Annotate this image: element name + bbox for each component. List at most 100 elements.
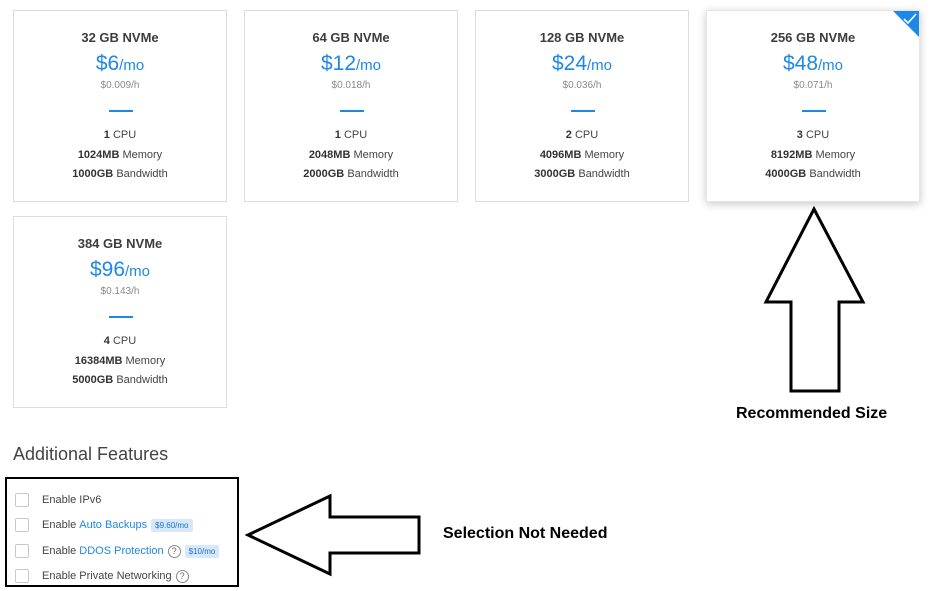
feature-auto-backups-prefix: Enable [42,519,77,531]
plan-bandwidth-label: Bandwidth [113,374,168,386]
plan-bandwidth-value: 5000GB [72,374,114,386]
plan-hourly-price: $0.143/h [100,286,140,297]
plan-memory-value: 8192MB [770,149,813,161]
plan-divider [802,110,826,112]
ddos-protection-checkbox[interactable] [15,544,29,558]
plan-bandwidth-label: Bandwidth [575,168,630,180]
plan-price-period: /mo [587,57,613,74]
plan-price-period: /mo [356,57,382,74]
plan-memory-value: 16384MB [74,355,123,367]
plan-name: 256 GB NVMe [770,30,856,45]
plan-bandwidth: 4000GB Bandwidth [707,168,919,180]
additional-features-title: Additional Features [13,444,169,464]
plan-memory-label: Memory [812,149,856,161]
plan-card-32gb[interactable]: 32 GB NVMe $6/mo $0.009/h 1 CPU 1024MB M… [13,10,227,202]
plan-cpu: 3 CPU [707,129,919,141]
private-networking-checkbox[interactable] [15,569,29,583]
plan-memory-label: Memory [581,149,625,161]
plan-card-256gb[interactable]: 256 GB NVMe $48/mo $0.071/h 3 CPU 8192MB… [706,10,920,202]
plan-memory-value: 1024MB [77,149,120,161]
plan-price-period: /mo [119,57,145,74]
plan-name: 64 GB NVMe [312,30,390,45]
plan-price: $24/mo [476,51,688,79]
plan-bandwidth-value: 4000GB [765,168,807,180]
plan-bandwidth-value: 3000GB [534,168,576,180]
plan-cpu-label: CPU [109,335,137,347]
ipv6-checkbox[interactable] [15,493,29,507]
plan-price-amount: $24 [551,52,588,75]
plan-hourly-price: $0.009/h [100,80,140,91]
plan-memory: 4096MB Memory [476,149,688,161]
feature-private-networking[interactable]: Enable Private Networking ? [15,567,189,585]
plan-card-384gb[interactable]: 384 GB NVMe $96/mo $0.143/h 4 CPU 16384M… [13,216,227,408]
plan-bandwidth-value: 1000GB [72,168,114,180]
page: 32 GB NVMe $6/mo $0.009/h 1 CPU 1024MB M… [0,0,935,591]
plan-price-amount: $12 [320,52,357,75]
plan-bandwidth: 3000GB Bandwidth [476,168,688,180]
plan-bandwidth-label: Bandwidth [344,168,399,180]
plan-price-amount: $6 [95,52,120,75]
feature-ipv6-label: Enable IPv6 [42,494,102,506]
plan-name: 32 GB NVMe [81,30,159,45]
plan-price: $96/mo [14,257,226,285]
plan-card-128gb[interactable]: 128 GB NVMe $24/mo $0.036/h 2 CPU 4096MB… [475,10,689,202]
plan-cpu-label: CPU [802,129,830,141]
plan-memory-label: Memory [122,355,166,367]
plan-memory-value: 4096MB [539,149,582,161]
plan-hourly-price: $0.071/h [793,80,833,91]
auto-backups-checkbox[interactable] [15,518,29,532]
plan-hourly-price: $0.036/h [562,80,602,91]
plan-bandwidth-value: 2000GB [303,168,345,180]
plan-divider [340,110,364,112]
plan-memory: 1024MB Memory [14,149,226,161]
plan-bandwidth: 1000GB Bandwidth [14,168,226,180]
plan-price: $6/mo [14,51,226,79]
plan-price: $12/mo [245,51,457,79]
plan-hourly-price: $0.018/h [331,80,371,91]
left-arrow-annotation [244,493,421,577]
plan-divider [109,110,133,112]
plan-price: $48/mo [707,51,919,79]
plan-bandwidth: 5000GB Bandwidth [14,374,226,386]
feature-ipv6[interactable]: Enable IPv6 [15,491,101,509]
plan-divider [109,316,133,318]
plan-cpu: 1 CPU [14,129,226,141]
plan-memory-label: Memory [119,149,163,161]
plan-cpu-label: CPU [109,129,137,141]
plan-memory-value: 2048MB [308,149,351,161]
plan-price-period: /mo [125,263,151,280]
plan-name: 384 GB NVMe [77,236,163,251]
feature-ddos-prefix: Enable [42,545,77,557]
plan-bandwidth-label: Bandwidth [113,168,168,180]
plan-memory: 2048MB Memory [245,149,457,161]
feature-private-networking-label: Enable Private Networking [42,570,172,582]
plan-divider [571,110,595,112]
plan-bandwidth: 2000GB Bandwidth [245,168,457,180]
plan-price-amount: $96 [89,258,126,281]
auto-backups-price-badge: $9.60/mo [151,518,193,532]
up-arrow-annotation [763,205,866,393]
ddos-protection-link[interactable]: DDOS Protection [79,545,163,557]
auto-backups-link[interactable]: Auto Backups [79,519,147,531]
feature-auto-backups[interactable]: Enable Auto Backups $9.60/mo [15,516,193,534]
feature-ddos-protection[interactable]: Enable DDOS Protection ? $10/mo [15,542,220,560]
plan-bandwidth-label: Bandwidth [806,168,861,180]
selection-not-needed-annotation: Selection Not Needed [443,525,608,542]
plan-cpu-label: CPU [340,129,368,141]
plan-price-amount: $48 [782,52,819,75]
plan-cpu: 4 CPU [14,335,226,347]
plan-cpu: 2 CPU [476,129,688,141]
plan-memory: 8192MB Memory [707,149,919,161]
ddos-protection-price-badge: $10/mo [184,544,220,558]
plan-memory-label: Memory [350,149,394,161]
plan-cpu-label: CPU [571,129,599,141]
features-highlight-box: Enable IPv6 Enable Auto Backups $9.60/mo… [5,477,239,587]
help-question-icon[interactable]: ? [175,569,189,583]
plan-memory: 16384MB Memory [14,355,226,367]
recommended-size-annotation: Recommended Size [736,405,888,422]
help-question-icon[interactable]: ? [167,544,181,558]
plan-cpu: 1 CPU [245,129,457,141]
plan-price-period: /mo [818,57,844,74]
plan-name: 128 GB NVMe [539,30,625,45]
plan-card-64gb[interactable]: 64 GB NVMe $12/mo $0.018/h 1 CPU 2048MB … [244,10,458,202]
